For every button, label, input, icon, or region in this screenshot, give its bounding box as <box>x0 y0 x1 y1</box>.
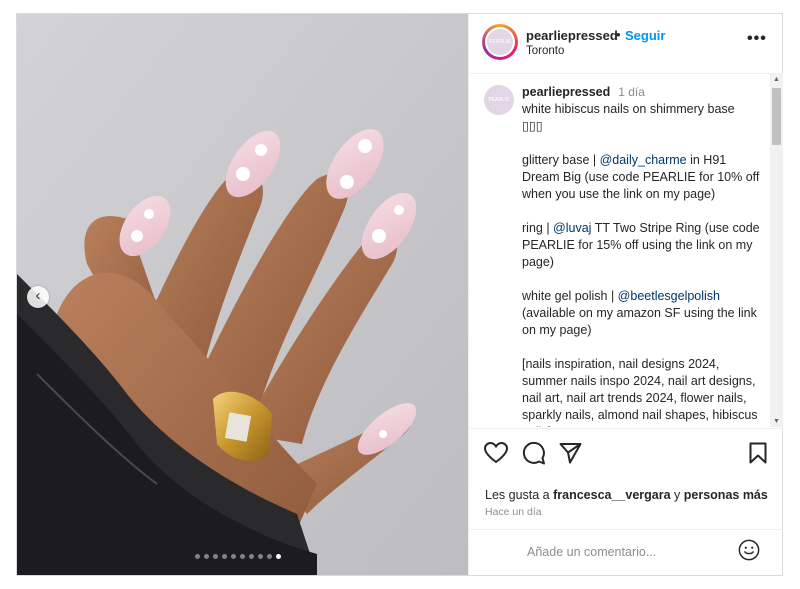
header-username[interactable]: pearliepressed <box>526 28 618 43</box>
caption-avatar[interactable]: PEARLIE <box>484 85 514 115</box>
post-side-panel: PEARLIE pearliepressed • Seguir Toronto … <box>468 14 783 575</box>
avatar-image: PEARLIE <box>487 29 513 55</box>
comment-input[interactable] <box>525 544 729 560</box>
post-actions: Les gusta a francesca__vergara y persona… <box>469 428 783 576</box>
post-header: PEARLIE pearliepressed • Seguir Toronto … <box>469 14 783 74</box>
carousel-dot <box>213 554 218 559</box>
instagram-post: ‹ PEARLIE pearliepressed • Seguir Toront… <box>16 13 783 576</box>
mention-link[interactable]: @luvaj <box>553 221 591 235</box>
header-separator: • <box>616 27 621 42</box>
more-icon[interactable]: ••• <box>747 30 767 48</box>
caption-text: pearliepressed 1 día white hibiscus nails… <box>522 84 760 427</box>
carousel-dot <box>195 554 200 559</box>
comment-icon[interactable] <box>522 442 545 465</box>
carousel-dot-active <box>276 554 281 559</box>
avatar[interactable]: PEARLIE <box>482 24 518 60</box>
carousel-indicator <box>195 554 281 559</box>
caption-paragraph: [nails inspiration, nail designs 2024, s… <box>522 357 758 427</box>
carousel-dot <box>231 554 236 559</box>
caption-line: white hibiscus nails on shimmery base <box>522 102 735 116</box>
location-link[interactable]: Toronto <box>526 45 564 57</box>
chevron-left-icon: ‹ <box>35 287 41 304</box>
post-timestamp[interactable]: Hace un día <box>485 506 542 518</box>
comment-composer <box>469 529 783 577</box>
others-count[interactable]: personas más <box>684 488 768 502</box>
hand-nails-image <box>17 14 468 575</box>
heart-icon[interactable] <box>484 442 508 464</box>
caption-scrollbar[interactable]: ▲ ▼ <box>770 74 783 427</box>
mention-link[interactable]: @beetlesgelpolish <box>618 289 720 303</box>
caption-username[interactable]: pearliepressed <box>522 85 610 99</box>
carousel-dot <box>249 554 254 559</box>
mention-link[interactable]: @daily_charme <box>600 153 687 167</box>
caption-emoji: ▯▯▯ <box>522 119 543 133</box>
follow-button[interactable]: Seguir <box>625 28 665 43</box>
carousel-dot <box>240 554 245 559</box>
caption-paragraph: ring | @luvaj TT Two Stripe Ring (use co… <box>522 221 760 269</box>
emoji-icon[interactable] <box>738 539 760 561</box>
caption-paragraph: white gel polish | @beetlesgelpolish (av… <box>522 289 757 337</box>
liked-by-user[interactable]: francesca__vergara <box>553 488 670 502</box>
scrollbar-thumb[interactable] <box>772 88 781 145</box>
post-photo[interactable]: ‹ <box>17 14 468 575</box>
caption-time: 1 día <box>618 85 645 99</box>
scroll-down-arrow-icon[interactable]: ▼ <box>773 418 780 425</box>
scroll-up-arrow-icon[interactable]: ▲ <box>773 76 780 83</box>
carousel-dot <box>222 554 227 559</box>
caption-paragraph: glittery base | @daily_charme in H91 Dre… <box>522 153 760 201</box>
carousel-dot <box>267 554 272 559</box>
carousel-dot <box>258 554 263 559</box>
share-icon[interactable] <box>559 442 582 464</box>
carousel-dot <box>204 554 209 559</box>
likes-summary[interactable]: Les gusta a francesca__vergara y persona… <box>485 488 768 502</box>
bookmark-icon[interactable] <box>749 442 767 464</box>
caption-section[interactable]: PEARLIE pearliepressed 1 día white hibisc… <box>469 74 783 427</box>
carousel-prev-button[interactable]: ‹ <box>27 286 49 308</box>
